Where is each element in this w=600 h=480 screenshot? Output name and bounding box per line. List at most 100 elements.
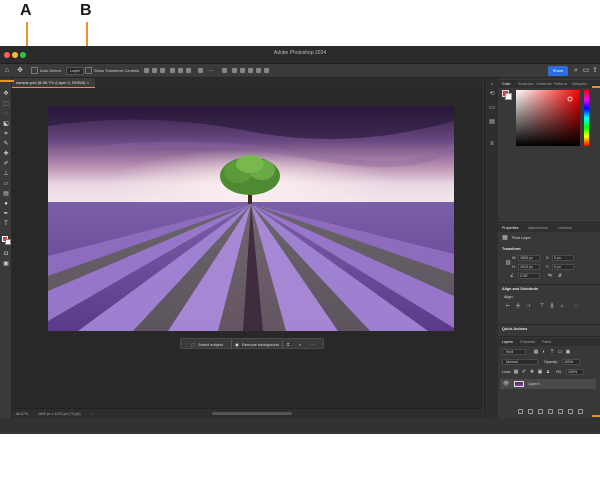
flip-vertical-icon[interactable]: ⇵ bbox=[556, 272, 564, 280]
drag-icon[interactable] bbox=[248, 68, 253, 73]
align-more-icon[interactable]: ··· bbox=[572, 302, 580, 310]
horizontal-scrollbar[interactable] bbox=[212, 412, 292, 415]
remove-background-button[interactable]: Remove background bbox=[242, 341, 279, 348]
eyedropper-tool-icon[interactable]: ✎ bbox=[2, 140, 10, 148]
hue-slider[interactable] bbox=[584, 90, 589, 146]
show-transform-checkbox[interactable] bbox=[85, 67, 92, 74]
lasso-tool-icon[interactable]: ◌ bbox=[2, 110, 10, 118]
transform-section-title[interactable]: Transform bbox=[502, 246, 521, 252]
tab-swatches[interactable]: Swatches bbox=[518, 81, 534, 87]
tab-navigator[interactable]: Navigator bbox=[572, 81, 587, 87]
adjustment-layer-icon[interactable] bbox=[548, 409, 553, 414]
document-tab[interactable]: sample.psd @ 66.7% (Layer 0, RGB/8) × bbox=[12, 78, 95, 88]
tab-patterns[interactable]: Patterns bbox=[554, 81, 567, 87]
close-tab-icon[interactable]: × bbox=[87, 80, 89, 85]
select-subject-button[interactable]: Select subject bbox=[198, 341, 223, 348]
tab-properties[interactable]: Properties bbox=[502, 225, 518, 231]
history-icon[interactable]: ⟲ bbox=[488, 90, 496, 98]
distribute-icon[interactable] bbox=[198, 68, 203, 73]
layer-row[interactable]: 👁︎ Layer 0 bbox=[500, 379, 596, 389]
workspace-icon[interactable]: ▭ bbox=[582, 67, 590, 75]
panel-expand-icon[interactable]: » bbox=[488, 80, 496, 88]
move-tool-preset-icon[interactable]: ✥ bbox=[16, 67, 24, 75]
type-tool-icon[interactable]: T bbox=[2, 220, 10, 228]
filter-adjustment-icon[interactable]: ◐ bbox=[540, 348, 548, 356]
learn-icon[interactable]: ▤ bbox=[488, 118, 496, 126]
align-middle-icon[interactable] bbox=[178, 68, 183, 73]
select-subject-icon[interactable]: ⬚ bbox=[191, 341, 195, 348]
new-layer-icon[interactable] bbox=[568, 409, 573, 414]
pen-tool-icon[interactable]: ✒ bbox=[2, 210, 10, 218]
canvas-area[interactable]: ⋮ ⬚ Select subject ▣ Remove background ⌗… bbox=[12, 88, 482, 408]
tab-paths[interactable]: Paths bbox=[542, 339, 551, 345]
crop-tool-icon[interactable]: ⌗ bbox=[2, 130, 10, 138]
comments-icon[interactable]: ▭ bbox=[488, 104, 496, 112]
align-bottom-icon[interactable] bbox=[186, 68, 191, 73]
link-layers-icon[interactable] bbox=[518, 409, 523, 414]
tab-libraries[interactable]: Libraries bbox=[558, 225, 572, 231]
align-bottom-edges-icon[interactable]: ⊥ bbox=[558, 302, 566, 310]
layer-mask-icon[interactable] bbox=[538, 409, 543, 414]
align-v-centers-icon[interactable]: ╫ bbox=[548, 302, 556, 310]
remove-background-icon[interactable]: ▣ bbox=[235, 341, 239, 348]
lavender-field-photo[interactable] bbox=[48, 106, 454, 331]
object-select-tool-icon[interactable]: ⬕ bbox=[2, 120, 10, 128]
align-left-edges-icon[interactable]: ⊢ bbox=[504, 302, 512, 310]
layer-visibility-eye-icon[interactable]: 👁︎ bbox=[502, 380, 510, 388]
orbit-icon[interactable] bbox=[232, 68, 237, 73]
roll-icon[interactable] bbox=[240, 68, 245, 73]
layer-thumbnail[interactable] bbox=[514, 381, 524, 387]
tab-layers[interactable]: Layers bbox=[502, 339, 513, 345]
lock-transparent-icon[interactable]: ▦ bbox=[512, 368, 520, 376]
zoom-level[interactable]: 66.67% bbox=[16, 411, 28, 417]
align-center-icon[interactable] bbox=[152, 68, 157, 73]
auto-select-checkbox[interactable] bbox=[31, 67, 38, 74]
flip-horizontal-icon[interactable]: ⇋ bbox=[546, 272, 554, 280]
align-right-edges-icon[interactable]: ⊣ bbox=[524, 302, 532, 310]
tab-color[interactable]: Color bbox=[502, 81, 511, 87]
delete-layer-icon[interactable] bbox=[578, 409, 583, 414]
blur-tool-icon[interactable]: ● bbox=[2, 200, 10, 208]
3d-mode-icon[interactable] bbox=[222, 68, 227, 73]
lock-image-icon[interactable]: ✐ bbox=[520, 368, 528, 376]
move-tool-icon[interactable]: ✥ bbox=[2, 90, 10, 98]
align-h-centers-icon[interactable]: ╪ bbox=[514, 302, 522, 310]
adjustment-icon[interactable]: ◐ bbox=[299, 341, 301, 348]
link-icon[interactable]: ⛓ bbox=[504, 259, 512, 267]
align-top-edges-icon[interactable]: ⊤ bbox=[538, 302, 546, 310]
home-icon[interactable]: ⌂ bbox=[3, 67, 11, 75]
more-options-icon[interactable]: ··· bbox=[208, 67, 214, 75]
align-section-title[interactable]: Align and Distribute bbox=[502, 286, 538, 292]
auto-select-dropdown[interactable]: Layer bbox=[66, 67, 85, 75]
align-left-icon[interactable] bbox=[144, 68, 149, 73]
lock-position-icon[interactable]: ✥ bbox=[528, 368, 536, 376]
background-color-swatch[interactable] bbox=[5, 239, 11, 245]
new-group-icon[interactable] bbox=[558, 409, 563, 414]
align-right-icon[interactable] bbox=[160, 68, 165, 73]
layer-style-icon[interactable] bbox=[528, 409, 533, 414]
tab-channels[interactable]: Channels bbox=[520, 339, 535, 345]
quick-mask-icon[interactable]: ◘ bbox=[2, 250, 10, 258]
align-top-icon[interactable] bbox=[170, 68, 175, 73]
status-chevron-icon[interactable]: › bbox=[92, 411, 93, 417]
tab-gradients[interactable]: Gradients bbox=[536, 81, 552, 87]
transform-icon[interactable]: ⌗ bbox=[287, 341, 289, 348]
marquee-tool-icon[interactable]: ⬚ bbox=[2, 100, 10, 108]
search-icon[interactable]: ⌕ bbox=[572, 67, 580, 75]
filter-type-icon[interactable]: T bbox=[548, 348, 556, 356]
share-icon[interactable]: ⇪ bbox=[591, 67, 599, 75]
gradient-tool-icon[interactable]: ▤ bbox=[2, 190, 10, 198]
filter-smart-object-icon[interactable]: ▣ bbox=[564, 348, 572, 356]
filter-pixel-icon[interactable]: ▦ bbox=[532, 348, 540, 356]
share-button[interactable]: Share bbox=[548, 66, 568, 76]
slide-icon[interactable] bbox=[256, 68, 261, 73]
filter-shape-icon[interactable]: ▭ bbox=[556, 348, 564, 356]
eraser-tool-icon[interactable]: ▱ bbox=[2, 180, 10, 188]
tab-adjustments[interactable]: Adjustments bbox=[528, 225, 548, 231]
quick-actions-section-title[interactable]: Quick Actions bbox=[502, 326, 527, 332]
layer-comps-icon[interactable]: ≡ bbox=[488, 140, 496, 148]
grip-handle[interactable]: ⋮ bbox=[184, 341, 188, 348]
clone-stamp-tool-icon[interactable]: ⊥ bbox=[2, 170, 10, 178]
layer-name[interactable]: Layer 0 bbox=[528, 381, 540, 387]
brush-tool-icon[interactable]: ✐ bbox=[2, 160, 10, 168]
